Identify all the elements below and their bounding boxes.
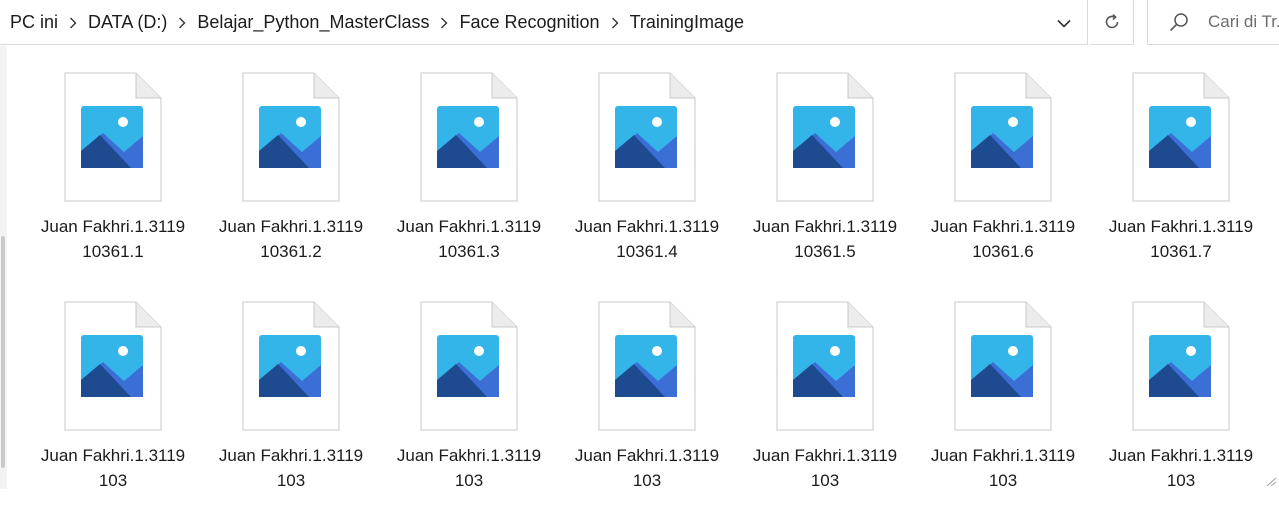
- search-icon: [1169, 13, 1188, 32]
- refresh-button[interactable]: [1090, 0, 1134, 45]
- refresh-icon: [1105, 14, 1118, 29]
- file-item[interactable]: Juan Fakhri.1.311910361.4: [558, 62, 736, 291]
- image-file-icon: [954, 301, 1052, 431]
- file-item[interactable]: Juan Fakhri.1.3119103: [558, 291, 736, 520]
- breadcrumb-item-drive[interactable]: DATA (D:): [85, 10, 170, 35]
- chevron-right-icon[interactable]: [170, 13, 194, 33]
- chevron-right-icon[interactable]: [432, 13, 456, 33]
- file-name-label: Juan Fakhri.1.311910361.6: [930, 217, 1076, 261]
- image-file-icon: [420, 72, 518, 202]
- image-file-icon: [776, 72, 874, 202]
- address-bar[interactable]: PC ini DATA (D:) Belajar_Python_MasterCl…: [0, 0, 1088, 45]
- chevron-right-icon[interactable]: [61, 13, 85, 33]
- image-file-icon: [420, 301, 518, 431]
- file-name-label: Juan Fakhri.1.3119103: [574, 446, 720, 490]
- file-item[interactable]: Juan Fakhri.1.311910361.3: [380, 62, 558, 291]
- file-name-label: Juan Fakhri.1.311910361.1: [40, 217, 186, 261]
- file-name-label: Juan Fakhri.1.311910361.3: [396, 217, 542, 261]
- image-file-icon: [598, 301, 696, 431]
- file-name-label: Juan Fakhri.1.3119103: [752, 446, 898, 490]
- navigation-pane-scrollbar[interactable]: [0, 46, 7, 489]
- file-name-label: Juan Fakhri.1.3119103: [40, 446, 186, 490]
- image-file-icon: [776, 301, 874, 431]
- breadcrumb-item-training-image[interactable]: TrainingImage: [627, 10, 747, 35]
- image-file-icon: [1132, 301, 1230, 431]
- file-name-label: Juan Fakhri.1.3119103: [1108, 446, 1254, 490]
- image-file-icon: [242, 301, 340, 431]
- scrollbar-thumb[interactable]: [1, 236, 5, 468]
- file-item[interactable]: Juan Fakhri.1.3119103: [380, 291, 558, 520]
- image-file-icon: [64, 72, 162, 202]
- image-file-icon: [64, 301, 162, 431]
- chevron-down-icon: [1057, 19, 1071, 28]
- breadcrumb-item-pc[interactable]: PC ini: [7, 10, 61, 35]
- file-name-label: Juan Fakhri.1.311910361.7: [1108, 217, 1254, 261]
- file-item[interactable]: Juan Fakhri.1.3119103: [914, 291, 1092, 520]
- image-file-icon: [598, 72, 696, 202]
- resize-grip-icon[interactable]: [1263, 477, 1277, 487]
- breadcrumb-item-face-recognition[interactable]: Face Recognition: [456, 10, 602, 35]
- file-name-label: Juan Fakhri.1.3119103: [218, 446, 364, 490]
- explorer-topbar: PC ini DATA (D:) Belajar_Python_MasterCl…: [0, 0, 1279, 46]
- file-item[interactable]: Juan Fakhri.1.3119103: [736, 291, 914, 520]
- file-name-label: Juan Fakhri.1.311910361.5: [752, 217, 898, 261]
- search-box[interactable]: [1147, 0, 1279, 45]
- file-item[interactable]: Juan Fakhri.1.3119103: [202, 291, 380, 520]
- file-item[interactable]: Juan Fakhri.1.3119103: [1092, 291, 1270, 520]
- chevron-right-icon[interactable]: [603, 13, 627, 33]
- image-file-icon: [954, 72, 1052, 202]
- file-item[interactable]: Juan Fakhri.1.311910361.7: [1092, 62, 1270, 291]
- file-grid: Juan Fakhri.1.311910361.1 Juan Fakhri.1.…: [24, 62, 1270, 520]
- file-name-label: Juan Fakhri.1.311910361.4: [574, 217, 720, 261]
- image-file-icon: [1132, 72, 1230, 202]
- file-item[interactable]: Juan Fakhri.1.311910361.1: [24, 62, 202, 291]
- breadcrumb: PC ini DATA (D:) Belajar_Python_MasterCl…: [7, 0, 747, 45]
- file-item[interactable]: Juan Fakhri.1.3119103: [24, 291, 202, 520]
- file-item[interactable]: Juan Fakhri.1.311910361.5: [736, 62, 914, 291]
- address-history-dropdown[interactable]: [1048, 8, 1080, 38]
- search-input[interactable]: [1208, 0, 1279, 44]
- file-name-label: Juan Fakhri.1.3119103: [396, 446, 542, 490]
- file-item[interactable]: Juan Fakhri.1.311910361.2: [202, 62, 380, 291]
- file-item[interactable]: Juan Fakhri.1.311910361.6: [914, 62, 1092, 291]
- file-name-label: Juan Fakhri.1.311910361.2: [218, 217, 364, 261]
- image-file-icon: [242, 72, 340, 202]
- breadcrumb-item-masterclass[interactable]: Belajar_Python_MasterClass: [194, 10, 432, 35]
- file-name-label: Juan Fakhri.1.3119103: [930, 446, 1076, 490]
